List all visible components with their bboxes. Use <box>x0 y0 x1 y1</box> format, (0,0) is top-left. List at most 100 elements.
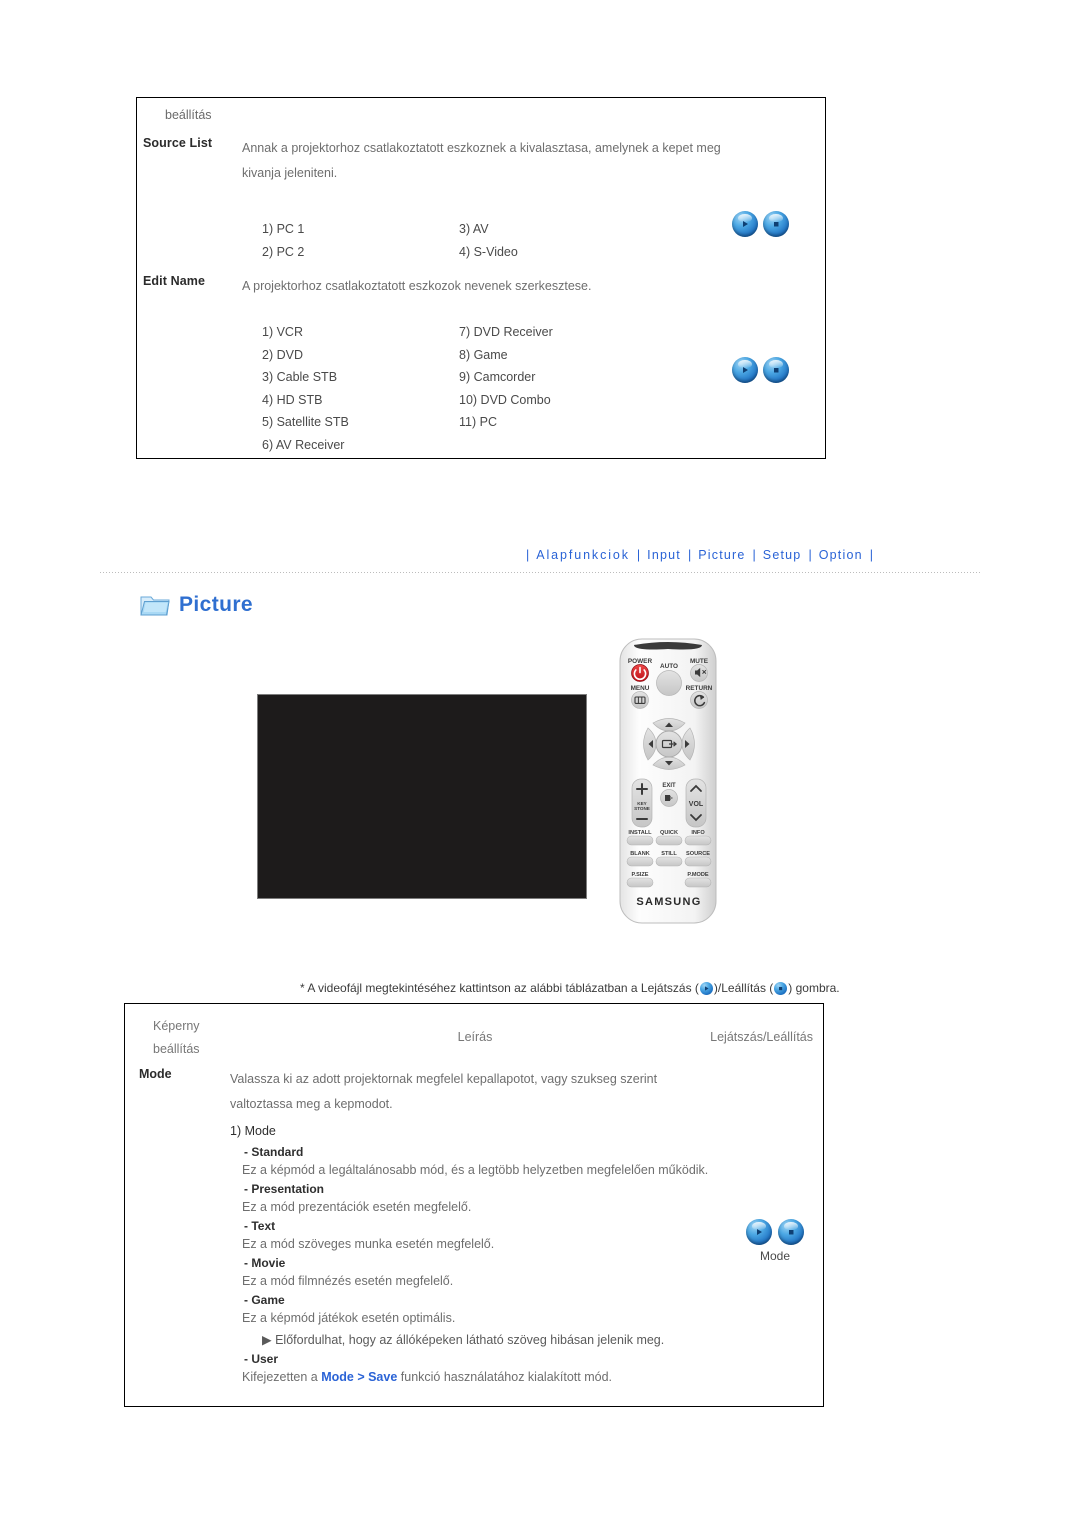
mode-save-link[interactable]: Mode > Save <box>321 1370 397 1384</box>
svg-text:EXIT: EXIT <box>662 783 676 789</box>
list-item: - Text Ez a mód szöveges munka esetén me… <box>230 1219 770 1255</box>
svg-text:RETURN: RETURN <box>686 685 713 692</box>
svg-text:QUICK: QUICK <box>660 830 678 836</box>
mode-body-standard: Ez a képmód a legáltalánosabb mód, és a … <box>242 1163 709 1177</box>
edit-name-options-right: 7) DVD Receiver 8) Game 9) Camcorder 10)… <box>459 321 553 434</box>
page-title: Picture <box>140 592 253 617</box>
picture-mode-table: Képerny beállítás Leírás Lejátszás/Leáll… <box>124 1003 824 1407</box>
svg-text:BLANK: BLANK <box>630 851 650 857</box>
nav-item-setup[interactable]: Setup <box>763 548 802 562</box>
nav-items: | Alapfunkciok | Input | Picture | Setup… <box>519 548 880 562</box>
caption-suffix: ) gombra. <box>788 981 840 995</box>
mode-body-user-before: Kifejezetten a <box>242 1370 322 1384</box>
nav-separator: | <box>525 548 530 562</box>
caption-prefix: * A videofájl megtekintéséhez kattintson… <box>300 981 699 995</box>
source-list-options-right: 3) AV 4) S-Video <box>459 218 518 263</box>
svg-text:P.SIZE: P.SIZE <box>632 872 649 878</box>
row-description-edit-name: A projektorhoz csatlakoztatott eszkozok … <box>242 279 592 293</box>
source-input-table: beállítás Source List Annak a projektorh… <box>136 97 826 459</box>
stop-button[interactable] <box>763 211 789 237</box>
mode-body-game: Ez a képmód játékok esetén optimális. <box>242 1311 456 1325</box>
play-button[interactable] <box>732 211 758 237</box>
list-item: - Game Ez a képmód játékok esetén optimá… <box>230 1293 770 1351</box>
play-icon <box>699 981 713 995</box>
mode-play-stop-control[interactable]: Mode <box>725 1219 825 1263</box>
stop-button[interactable] <box>778 1219 804 1245</box>
option-cable-stb: 3) Cable STB <box>262 370 338 384</box>
svg-text:MUTE: MUTE <box>690 658 709 665</box>
source-list-options-left: 1) PC 1 2) PC 2 <box>262 218 304 263</box>
remote-control-image: POWER AUTO MUTE MENU RETURN KEY STONE EX… <box>612 637 724 925</box>
row-description-source-list: Annak a projektorhoz csatlakoztatott esz… <box>242 141 721 180</box>
stop-icon <box>778 1219 804 1245</box>
nav-separator: | <box>687 548 692 562</box>
option-pc-2: 2) PC 2 <box>262 244 305 259</box>
mode-name-movie: - Movie <box>244 1256 286 1270</box>
nav-separator: | <box>636 548 641 562</box>
mode-option-list: 1) Mode - Standard Ez a képmód a legálta… <box>230 1124 770 1389</box>
play-button[interactable] <box>732 357 758 383</box>
list-item: - User Kifejezetten a Mode > Save funkci… <box>230 1352 770 1388</box>
row-label-edit-name: Edit Name <box>143 274 206 288</box>
table-column-header-settings: beállítás <box>165 108 212 122</box>
option-vcr: 1) VCR <box>262 325 303 339</box>
svg-text:INFO: INFO <box>691 830 705 836</box>
mode-body-movie: Ez a mód filmnézés esetén megfelelő. <box>242 1274 454 1288</box>
svg-text:STONE: STONE <box>634 806 650 811</box>
stop-icon <box>774 981 788 995</box>
svg-text:SAMSUNG: SAMSUNG <box>636 896 701 908</box>
svg-text:AUTO: AUTO <box>660 663 678 670</box>
option-av: 3) AV <box>459 222 489 236</box>
play-icon <box>732 357 758 383</box>
folder-icon <box>140 592 170 617</box>
caption-middle: )/Leállítás ( <box>713 981 774 995</box>
video-player-area[interactable] <box>257 694 587 899</box>
option-camcorder: 9) Camcorder <box>459 370 536 384</box>
stop-icon <box>763 211 789 237</box>
mode-note-game: ▶ Előfordulhat, hogy az állóképeken láth… <box>262 1333 665 1347</box>
nav-item-option[interactable]: Option <box>819 548 863 562</box>
option-satellite-stb: 5) Satellite STB <box>262 415 349 429</box>
nav-separator: | <box>752 548 756 562</box>
mode-name-text: - Text <box>244 1219 276 1233</box>
mode-body-text: Ez a mód szöveges munka esetén megfelelő… <box>242 1237 495 1251</box>
list-item: - Presentation Ez a mód prezentációk ese… <box>230 1182 770 1218</box>
nav-item-alapfunkciok[interactable]: Alapfunkciok <box>536 548 630 562</box>
svg-text:P.MODE: P.MODE <box>687 872 709 878</box>
option-dvd: 2) DVD <box>262 347 303 362</box>
nav-item-input[interactable]: Input <box>647 548 681 562</box>
section-navigation: | Alapfunkciok | Input | Picture | Setup… <box>100 548 980 576</box>
source-list-play-stop-buttons[interactable] <box>732 211 789 237</box>
mode-list-title: 1) Mode <box>230 1124 276 1138</box>
row-description-mode: Valassza ki az adott projektornak megfel… <box>230 1072 658 1111</box>
play-button[interactable] <box>746 1219 772 1245</box>
option-hd-stb: 4) HD STB <box>262 392 323 407</box>
svg-text:INSTALL: INSTALL <box>628 830 652 836</box>
stop-icon <box>763 357 789 383</box>
page-title-label: Picture <box>179 592 253 616</box>
option-av-receiver: 6) AV Receiver <box>262 437 345 452</box>
nav-divider <box>100 572 980 573</box>
nav-separator: | <box>808 548 812 562</box>
option-dvd-receiver: 7) DVD Receiver <box>459 325 553 339</box>
option-pc: 11) PC <box>459 415 497 429</box>
mode-body-user-after: funkció használatához kialakított mód. <box>397 1370 613 1384</box>
nav-separator: | <box>869 548 873 562</box>
edit-name-play-stop-buttons[interactable] <box>732 357 789 383</box>
svg-text:STILL: STILL <box>661 851 677 857</box>
video-instruction-caption: * A videofájl megtekintéséhez kattintson… <box>300 981 840 995</box>
mode-buttons-caption: Mode <box>759 1249 791 1263</box>
svg-text:POWER: POWER <box>628 658 653 665</box>
svg-text:MENU: MENU <box>631 685 650 692</box>
play-icon <box>746 1219 772 1245</box>
mode-name-standard: - Standard <box>244 1145 304 1159</box>
mode-name-game: - Game <box>244 1293 285 1307</box>
table-header-play-stop: Lejátszás/Leállítás <box>710 1030 813 1044</box>
stop-button[interactable] <box>763 357 789 383</box>
nav-item-picture[interactable]: Picture <box>698 548 745 562</box>
option-s-video: 4) S-Video <box>459 244 518 259</box>
mode-name-presentation: - Presentation <box>244 1182 325 1196</box>
mode-body-user: Kifejezetten a Mode > Save funkció haszn… <box>242 1366 770 1388</box>
list-item: - Movie Ez a mód filmnézés esetén megfel… <box>230 1256 770 1292</box>
option-dvd-combo: 10) DVD Combo <box>459 392 551 407</box>
